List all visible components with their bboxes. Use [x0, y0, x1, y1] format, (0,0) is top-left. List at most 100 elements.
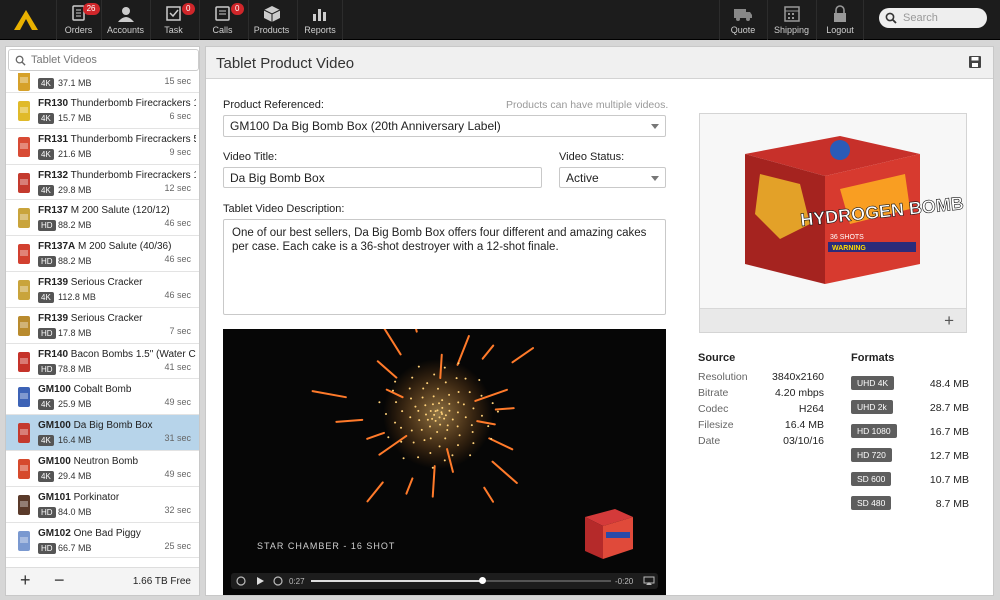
- sidebar-search-input[interactable]: Tablet Videos: [8, 49, 199, 71]
- product-box-image: HYDROGEN BOMB 36 SHOTS WARNING: [745, 136, 965, 284]
- list-item[interactable]: FR131 Thunderbomb Firecrackers 5 4K 21.6…: [6, 128, 199, 165]
- format-row[interactable]: UHD 2k 28.7 MB: [851, 400, 969, 416]
- video-player[interactable]: STAR CHAMBER - 16 SHOT 0:27 -0:20: [223, 329, 666, 595]
- list-item-title: GM102 One Bad Piggy: [38, 528, 196, 539]
- quality-badge: HD: [38, 506, 56, 518]
- list-item[interactable]: GM100 Neutron Bomb 4K 29.4 MB 49 sec: [6, 450, 199, 487]
- format-row[interactable]: UHD 4K 48.4 MB: [851, 376, 969, 392]
- list-item[interactable]: FR139 Serious Cracker 4K 112.8 MB 46 sec: [6, 271, 199, 308]
- nav-reports[interactable]: Reports: [297, 0, 343, 40]
- nav-accounts[interactable]: Accounts: [101, 0, 149, 40]
- nav-quote-label: Quote: [730, 25, 756, 35]
- quality-badge: 4K: [38, 148, 54, 160]
- list-item-size: 37.1 MB: [58, 78, 92, 88]
- nav-logout[interactable]: Logout: [816, 0, 864, 40]
- list-item[interactable]: GM102 One Bad Piggy HD 66.7 MB 25 sec: [6, 522, 199, 559]
- list-item-title: GM100 Cobalt Bomb: [38, 384, 196, 395]
- nav-quote[interactable]: Quote: [719, 0, 766, 40]
- calls-badge: 0: [231, 3, 244, 15]
- list-item[interactable]: GM100 Cobalt Bomb 4K 25.9 MB 49 sec: [6, 379, 199, 416]
- formats-heading: Formats: [851, 352, 895, 364]
- source-value: 16.4 MB: [784, 419, 824, 431]
- nav-accounts-label: Accounts: [106, 25, 145, 35]
- global-search-input[interactable]: Search: [879, 8, 987, 28]
- format-chip[interactable]: HD 1080: [851, 424, 897, 438]
- product-thumbnail-icon: [18, 351, 30, 372]
- list-item-code: GM100: [38, 384, 71, 396]
- description-value: One of our best sellers, Da Big Bomb Box…: [232, 227, 647, 253]
- nav-orders[interactable]: 26 Orders: [56, 0, 100, 40]
- add-image-button[interactable]: +: [944, 311, 954, 331]
- list-item-duration: 46 sec: [164, 218, 191, 229]
- list-item[interactable]: FR132 Thunderbomb Firecrackers 1 4K 29.8…: [6, 164, 199, 201]
- quality-badge: HD: [38, 256, 56, 268]
- description-textarea[interactable]: One of our best sellers, Da Big Bomb Box…: [223, 219, 666, 315]
- list-item-code: FR131: [38, 133, 69, 145]
- format-chip[interactable]: HD 720: [851, 448, 892, 462]
- product-referenced-select[interactable]: GM100 Da Big Bomb Box (20th Anniversary …: [223, 115, 666, 137]
- list-item-duration: 49 sec: [164, 397, 191, 408]
- remove-video-button[interactable]: −: [54, 570, 65, 591]
- list-item-duration: 15 sec: [164, 76, 191, 86]
- list-item[interactable]: FR137A M 200 Salute (40/36) HD 88.2 MB 4…: [6, 236, 199, 272]
- list-item-title: FR139 Serious Cracker: [38, 277, 196, 288]
- quality-badge: 4K: [38, 470, 54, 482]
- list-item-code: FR132: [38, 169, 69, 181]
- list-item-code: FR140: [38, 348, 69, 360]
- source-value: H264: [798, 403, 824, 415]
- app-logo[interactable]: [0, 0, 52, 40]
- source-key: Bitrate: [698, 387, 729, 399]
- format-chip[interactable]: SD 480: [851, 496, 892, 510]
- format-chip[interactable]: UHD 4K: [851, 376, 895, 390]
- list-item-name: Thunderbomb Firecrackers 1: [70, 98, 196, 109]
- bar-chart-icon: [309, 5, 331, 23]
- quality-badge: 4K: [38, 291, 54, 303]
- list-item[interactable]: GM100 Da Big Bomb Box 4K 16.4 MB 31 sec: [6, 415, 199, 451]
- video-controls: 0:27 -0:20: [231, 573, 658, 589]
- list-item-name: Porkinator: [73, 491, 120, 503]
- list-item[interactable]: 4K 37.1 MB 15 sec: [6, 73, 199, 93]
- quality-badge: 4K: [38, 435, 54, 447]
- list-item[interactable]: FR137 M 200 Salute (120/12) HD 88.2 MB 4…: [6, 200, 199, 237]
- list-item-name: Da Big Bomb Box: [73, 420, 153, 432]
- nav-shipping[interactable]: Shipping: [767, 0, 815, 40]
- format-row[interactable]: SD 600 10.7 MB: [851, 472, 969, 488]
- airplay-icon[interactable]: [643, 576, 655, 586]
- list-item[interactable]: FR139 Serious Cracker HD 17.8 MB 7 sec: [6, 307, 199, 344]
- nav-orders-label: Orders: [64, 25, 93, 35]
- list-item-code: FR130: [38, 98, 69, 109]
- search-icon: [885, 12, 897, 24]
- video-title-input[interactable]: Da Big Bomb Box: [223, 167, 542, 188]
- nav-calls[interactable]: 0 Calls: [199, 0, 245, 40]
- format-row[interactable]: SD 480 8.7 MB: [851, 496, 969, 512]
- format-size: 16.7 MB: [929, 426, 969, 438]
- add-video-button[interactable]: +: [20, 570, 31, 591]
- nav-products[interactable]: Products: [248, 0, 294, 40]
- list-item-duration: 32 sec: [164, 504, 191, 515]
- format-row[interactable]: HD 1080 16.7 MB: [851, 424, 969, 440]
- list-item[interactable]: FR130 Thunderbomb Firecrackers 1 4K 15.7…: [6, 93, 199, 129]
- video-status-select[interactable]: Active: [559, 167, 666, 188]
- video-scrubber-handle[interactable]: [479, 577, 486, 584]
- video-scrubber[interactable]: [311, 577, 611, 584]
- search-icon: [15, 55, 26, 66]
- list-item-duration: 46 sec: [164, 289, 191, 300]
- nav-task[interactable]: 0 Task: [150, 0, 196, 40]
- product-hint: Products can have multiple videos.: [506, 99, 669, 111]
- page-title: Tablet Product Video: [216, 55, 355, 72]
- format-size: 48.4 MB: [929, 378, 969, 390]
- format-row[interactable]: HD 720 12.7 MB: [851, 448, 969, 464]
- video-title-label: Video Title:: [223, 151, 278, 163]
- list-item-duration: 9 sec: [169, 146, 191, 157]
- format-chip[interactable]: UHD 2k: [851, 400, 893, 414]
- save-icon[interactable]: [969, 56, 981, 68]
- format-chip[interactable]: SD 600: [851, 472, 892, 486]
- list-item-title: FR137A M 200 Salute (40/36): [38, 241, 196, 252]
- video-progress-fill: [311, 580, 482, 582]
- list-item[interactable]: FR140 Bacon Bombs 1.5" (Water Cr HD 78.8…: [6, 343, 199, 380]
- product-thumbnail-icon: [18, 530, 30, 551]
- list-item-title: FR131 Thunderbomb Firecrackers 5: [38, 134, 196, 145]
- list-item[interactable]: GM101 Porkinator HD 84.0 MB 32 sec: [6, 486, 199, 523]
- video-caption: STAR CHAMBER - 16 SHOT: [257, 541, 396, 551]
- list-item-size: 29.4 MB: [58, 470, 92, 481]
